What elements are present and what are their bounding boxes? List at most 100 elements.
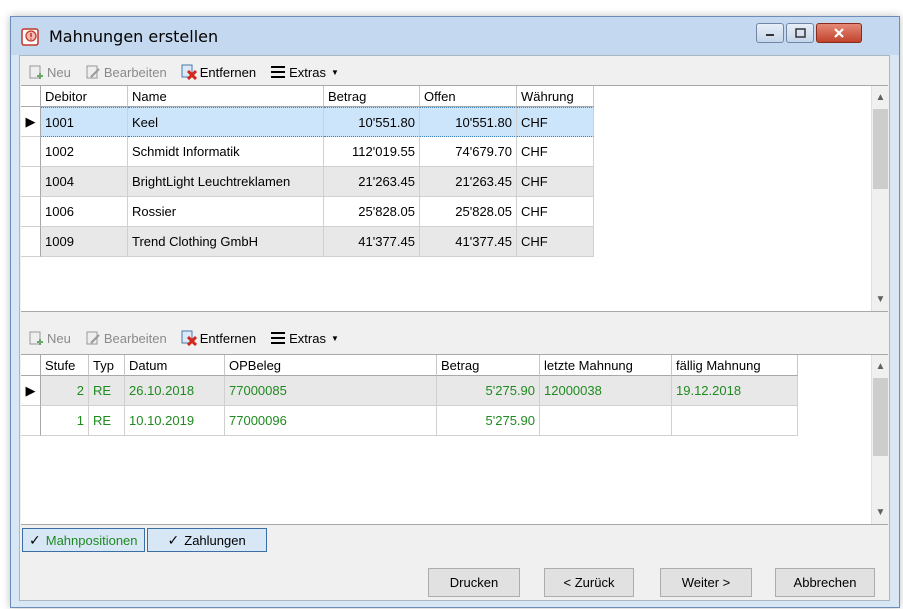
cell-betrag[interactable]: 25'828.05 bbox=[324, 197, 420, 227]
debtor-grid[interactable]: Debitor Name Betrag Offen Währung ▶ 1001… bbox=[21, 85, 888, 312]
extras-menu-top[interactable]: Extras ▼ bbox=[270, 64, 339, 80]
back-button[interactable]: < Zurück bbox=[544, 568, 634, 597]
cell-datum[interactable]: 10.10.2019 bbox=[125, 406, 225, 436]
table-row[interactable]: 1006 Rossier 25'828.05 25'828.05 CHF bbox=[21, 197, 594, 227]
column-header-waehrung[interactable]: Währung bbox=[517, 86, 594, 107]
cancel-label: Abbrechen bbox=[793, 575, 857, 590]
table-row[interactable]: 1 RE 10.10.2019 77000096 5'275.90 bbox=[21, 406, 798, 436]
dropdown-arrow-icon: ▼ bbox=[330, 67, 339, 77]
cell-stufe[interactable]: 1 bbox=[41, 406, 89, 436]
cell-waehrung[interactable]: CHF bbox=[517, 227, 594, 257]
scrollbar-thumb[interactable] bbox=[873, 378, 888, 456]
column-header-offen[interactable]: Offen bbox=[420, 86, 517, 107]
toolbar-top: Neu Bearbeiten Entfernen Extras ▼ bbox=[20, 60, 889, 84]
column-header-stufe[interactable]: Stufe bbox=[41, 355, 89, 376]
column-header-faellig-mahnung[interactable]: fällig Mahnung bbox=[672, 355, 798, 376]
cell-betrag[interactable]: 5'275.90 bbox=[437, 376, 540, 406]
cell-opbeleg[interactable]: 77000085 bbox=[225, 376, 437, 406]
cell-typ[interactable]: RE bbox=[89, 376, 125, 406]
cell-debitor[interactable]: 1001 bbox=[41, 107, 128, 137]
column-header-name[interactable]: Name bbox=[128, 86, 324, 107]
new-button-bottom[interactable]: Neu bbox=[28, 330, 71, 346]
row-indicator-icon: ▶ bbox=[21, 376, 41, 406]
cell-faellig-mahnung[interactable] bbox=[672, 406, 798, 436]
cell-opbeleg[interactable]: 77000096 bbox=[225, 406, 437, 436]
checkmark-icon: ✓ bbox=[29, 531, 41, 548]
new-icon bbox=[29, 331, 43, 345]
cell-betrag[interactable]: 112'019.55 bbox=[324, 137, 420, 167]
cell-datum[interactable]: 26.10.2018 bbox=[125, 376, 225, 406]
cell-letzte-mahnung[interactable] bbox=[540, 406, 672, 436]
table-row[interactable]: ▶ 1001 Keel 10'551.80 10'551.80 CHF bbox=[21, 107, 594, 137]
tab-zahlungen[interactable]: ✓ Zahlungen bbox=[146, 528, 267, 552]
vertical-scrollbar-top[interactable]: ▲ ▼ bbox=[871, 86, 888, 311]
debtor-grid-header: Debitor Name Betrag Offen Währung bbox=[21, 86, 594, 107]
cell-betrag[interactable]: 10'551.80 bbox=[324, 107, 420, 137]
table-row[interactable]: 1004 BrightLight Leuchtreklamen 21'263.4… bbox=[21, 167, 594, 197]
tab-mahnpositionen[interactable]: ✓ Mahnpositionen bbox=[22, 528, 145, 552]
table-row[interactable]: 1009 Trend Clothing GmbH 41'377.45 41'37… bbox=[21, 227, 594, 257]
edit-button-top[interactable]: Bearbeiten bbox=[85, 64, 167, 80]
new-button-top[interactable]: Neu bbox=[28, 64, 71, 80]
cell-debitor[interactable]: 1002 bbox=[41, 137, 128, 167]
cell-waehrung[interactable]: CHF bbox=[517, 137, 594, 167]
print-button[interactable]: Drucken bbox=[428, 568, 520, 597]
scroll-up-icon[interactable]: ▲ bbox=[872, 89, 889, 106]
scroll-down-icon[interactable]: ▼ bbox=[872, 504, 889, 521]
cell-name[interactable]: Rossier bbox=[128, 197, 324, 227]
cell-offen[interactable]: 41'377.45 bbox=[420, 227, 517, 257]
column-header-debitor[interactable]: Debitor bbox=[41, 86, 128, 107]
next-button[interactable]: Weiter > bbox=[660, 568, 752, 597]
cell-offen[interactable]: 74'679.70 bbox=[420, 137, 517, 167]
cell-betrag[interactable]: 5'275.90 bbox=[437, 406, 540, 436]
cell-waehrung[interactable]: CHF bbox=[517, 167, 594, 197]
remove-button-bottom[interactable]: Entfernen bbox=[181, 330, 256, 346]
cell-debitor[interactable]: 1009 bbox=[41, 227, 128, 257]
edit-button-bottom[interactable]: Bearbeiten bbox=[85, 330, 167, 346]
cell-debitor[interactable]: 1004 bbox=[41, 167, 128, 197]
scroll-down-icon[interactable]: ▼ bbox=[872, 291, 889, 308]
scroll-up-icon[interactable]: ▲ bbox=[872, 358, 889, 375]
cell-waehrung[interactable]: CHF bbox=[517, 107, 594, 137]
column-header-betrag[interactable]: Betrag bbox=[437, 355, 540, 376]
new-label: Neu bbox=[47, 330, 71, 346]
cell-letzte-mahnung[interactable]: 12000038 bbox=[540, 376, 672, 406]
minimize-button[interactable] bbox=[756, 23, 784, 43]
table-row[interactable]: ▶ 2 RE 26.10.2018 77000085 5'275.90 1200… bbox=[21, 376, 798, 406]
cell-typ[interactable]: RE bbox=[89, 406, 125, 436]
cell-betrag[interactable]: 21'263.45 bbox=[324, 167, 420, 197]
cell-debitor[interactable]: 1006 bbox=[41, 197, 128, 227]
cell-waehrung[interactable]: CHF bbox=[517, 197, 594, 227]
reminder-positions-grid[interactable]: Stufe Typ Datum OPBeleg Betrag letzte Ma… bbox=[21, 354, 888, 525]
scrollbar-thumb[interactable] bbox=[873, 109, 888, 189]
cell-offen[interactable]: 10'551.80 bbox=[420, 107, 517, 137]
new-icon bbox=[29, 65, 43, 79]
cell-offen[interactable]: 21'263.45 bbox=[420, 167, 517, 197]
title-bar[interactable]: Mahnungen erstellen bbox=[11, 17, 899, 55]
column-header-opbeleg[interactable]: OPBeleg bbox=[225, 355, 437, 376]
column-header-datum[interactable]: Datum bbox=[125, 355, 225, 376]
remove-button-top[interactable]: Entfernen bbox=[181, 64, 256, 80]
remove-label: Entfernen bbox=[199, 64, 257, 80]
column-header-letzte-mahnung[interactable]: letzte Mahnung bbox=[540, 355, 672, 376]
checkmark-icon: ✓ bbox=[167, 531, 180, 548]
vertical-scrollbar-bottom[interactable]: ▲ ▼ bbox=[871, 355, 888, 524]
cell-offen[interactable]: 25'828.05 bbox=[420, 197, 517, 227]
cell-name[interactable]: BrightLight Leuchtreklamen bbox=[128, 167, 324, 197]
hamburger-icon bbox=[271, 66, 286, 78]
cell-faellig-mahnung[interactable]: 19.12.2018 bbox=[672, 376, 798, 406]
cell-stufe[interactable]: 2 bbox=[41, 376, 89, 406]
column-header-typ[interactable]: Typ bbox=[89, 355, 125, 376]
cancel-button[interactable]: Abbrechen bbox=[775, 568, 875, 597]
close-button[interactable] bbox=[816, 23, 862, 43]
cell-betrag[interactable]: 41'377.45 bbox=[324, 227, 420, 257]
maximize-button[interactable] bbox=[786, 23, 814, 43]
close-icon bbox=[834, 28, 844, 38]
table-row[interactable]: 1002 Schmidt Informatik 112'019.55 74'67… bbox=[21, 137, 594, 167]
row-indicator-icon: ▶ bbox=[21, 107, 41, 137]
extras-menu-bottom[interactable]: Extras ▼ bbox=[270, 330, 339, 346]
cell-name[interactable]: Keel bbox=[128, 107, 324, 137]
cell-name[interactable]: Schmidt Informatik bbox=[128, 137, 324, 167]
cell-name[interactable]: Trend Clothing GmbH bbox=[128, 227, 324, 257]
column-header-betrag[interactable]: Betrag bbox=[324, 86, 420, 107]
